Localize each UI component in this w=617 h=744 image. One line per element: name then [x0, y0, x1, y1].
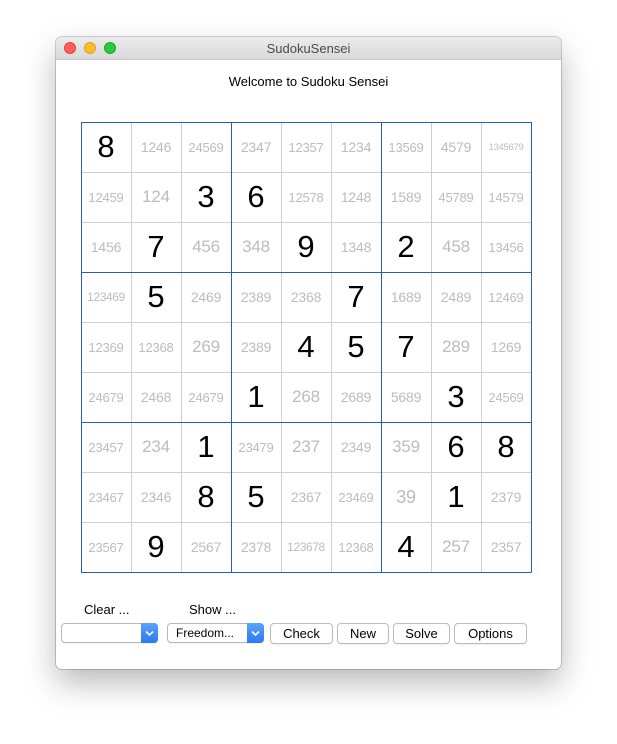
sudoku-cell-candidates[interactable]: 2689: [331, 372, 381, 422]
show-dropdown-value: Freedom...: [176, 626, 235, 640]
sudoku-cell-candidates[interactable]: 269: [181, 322, 231, 372]
show-dropdown[interactable]: Freedom...: [167, 623, 264, 643]
new-button[interactable]: New: [337, 623, 389, 644]
sudoku-cell-candidates[interactable]: 23567: [81, 522, 131, 572]
clear-label: Clear ...: [84, 602, 130, 617]
sudoku-cell-candidates[interactable]: 124: [131, 172, 181, 222]
sudoku-cell-given[interactable]: 9: [281, 222, 331, 272]
chevron-down-icon: [247, 623, 264, 643]
sudoku-cell-given[interactable]: 3: [181, 172, 231, 222]
sudoku-cell-candidates[interactable]: 1269: [481, 322, 531, 372]
check-button[interactable]: Check: [270, 623, 333, 644]
solve-button[interactable]: Solve: [393, 623, 450, 644]
sudoku-cell-given[interactable]: 4: [381, 522, 431, 572]
sudoku-cell-candidates[interactable]: 1234: [331, 122, 381, 172]
sudoku-cell-candidates[interactable]: 257: [431, 522, 481, 572]
welcome-message: Welcome to Sudoku Sensei: [228, 74, 389, 89]
sudoku-cell-candidates[interactable]: 2368: [281, 272, 331, 322]
sudoku-cell-candidates[interactable]: 2349: [331, 422, 381, 472]
app-window: SudokuSensei Welcome to Sudoku Sensei 81…: [56, 37, 561, 669]
sudoku-cell-candidates[interactable]: 289: [431, 322, 481, 372]
sudoku-cell-candidates[interactable]: 14579: [481, 172, 531, 222]
sudoku-cell-candidates[interactable]: 2468: [131, 372, 181, 422]
sudoku-cell-candidates[interactable]: 2489: [431, 272, 481, 322]
sudoku-cell-candidates[interactable]: 123469: [81, 272, 131, 322]
sudoku-cell-candidates[interactable]: 12369: [81, 322, 131, 372]
sudoku-cell-candidates[interactable]: 13569: [381, 122, 431, 172]
sudoku-cell-given[interactable]: 7: [381, 322, 431, 372]
sudoku-cell-given[interactable]: 3: [431, 372, 481, 422]
sudoku-cell-candidates[interactable]: 24679: [181, 372, 231, 422]
window-title: SudokuSensei: [266, 41, 351, 56]
sudoku-cell-given[interactable]: 9: [131, 522, 181, 572]
sudoku-cell-candidates[interactable]: 12368: [331, 522, 381, 572]
sudoku-cell-candidates[interactable]: 2389: [231, 272, 281, 322]
sudoku-cell-candidates[interactable]: 24679: [81, 372, 131, 422]
sudoku-cell-candidates[interactable]: 23469: [331, 472, 381, 522]
sudoku-cell-candidates[interactable]: 123678: [281, 522, 331, 572]
sudoku-cell-candidates[interactable]: 24569: [181, 122, 231, 172]
sudoku-cell-candidates[interactable]: 348: [231, 222, 281, 272]
clear-dropdown[interactable]: [61, 623, 158, 643]
sudoku-cell-candidates[interactable]: 24569: [481, 372, 531, 422]
sudoku-cell-candidates[interactable]: 237: [281, 422, 331, 472]
sudoku-cell-given[interactable]: 1: [431, 472, 481, 522]
sudoku-cell-given[interactable]: 8: [81, 122, 131, 172]
chevron-down-icon: [141, 623, 158, 643]
sudoku-cell-candidates[interactable]: 2469: [181, 272, 231, 322]
sudoku-cell-candidates[interactable]: 2378: [231, 522, 281, 572]
sudoku-cell-candidates[interactable]: 1246: [131, 122, 181, 172]
sudoku-cell-candidates[interactable]: 2379: [481, 472, 531, 522]
sudoku-cell-given[interactable]: 7: [131, 222, 181, 272]
sudoku-cell-candidates[interactable]: 1589: [381, 172, 431, 222]
sudoku-cell-candidates[interactable]: 12368: [131, 322, 181, 372]
sudoku-cell-candidates[interactable]: 5689: [381, 372, 431, 422]
sudoku-cell-given[interactable]: 2: [381, 222, 431, 272]
sudoku-cell-given[interactable]: 5: [131, 272, 181, 322]
sudoku-cell-candidates[interactable]: 268: [281, 372, 331, 422]
sudoku-cell-given[interactable]: 6: [431, 422, 481, 472]
sudoku-cell-given[interactable]: 6: [231, 172, 281, 222]
sudoku-cell-candidates[interactable]: 2346: [131, 472, 181, 522]
sudoku-cell-given[interactable]: 7: [331, 272, 381, 322]
sudoku-cell-candidates[interactable]: 458: [431, 222, 481, 272]
sudoku-cell-candidates[interactable]: 1456: [81, 222, 131, 272]
sudoku-cell-candidates[interactable]: 4579: [431, 122, 481, 172]
sudoku-cell-given[interactable]: 8: [481, 422, 531, 472]
sudoku-cell-given[interactable]: 5: [331, 322, 381, 372]
title-bar[interactable]: SudokuSensei: [56, 37, 561, 60]
sudoku-cell-candidates[interactable]: 1348: [331, 222, 381, 272]
sudoku-cell-given[interactable]: 5: [231, 472, 281, 522]
sudoku-cell-candidates[interactable]: 1689: [381, 272, 431, 322]
sudoku-cell-candidates[interactable]: 2567: [181, 522, 231, 572]
sudoku-cell-candidates[interactable]: 23467: [81, 472, 131, 522]
sudoku-cell-candidates[interactable]: 359: [381, 422, 431, 472]
sudoku-cell-candidates[interactable]: 2389: [231, 322, 281, 372]
sudoku-cell-candidates[interactable]: 234: [131, 422, 181, 472]
sudoku-cell-given[interactable]: 1: [181, 422, 231, 472]
sudoku-cell-candidates[interactable]: 1345679: [481, 122, 531, 172]
sudoku-cell-candidates[interactable]: 12469: [481, 272, 531, 322]
sudoku-cell-candidates[interactable]: 2347: [231, 122, 281, 172]
sudoku-cell-candidates[interactable]: 39: [381, 472, 431, 522]
show-label: Show ...: [189, 602, 236, 617]
options-button[interactable]: Options: [454, 623, 527, 644]
sudoku-cell-candidates[interactable]: 12578: [281, 172, 331, 222]
sudoku-cell-given[interactable]: 8: [181, 472, 231, 522]
sudoku-cell-given[interactable]: 4: [281, 322, 331, 372]
sudoku-cell-candidates[interactable]: 13456: [481, 222, 531, 272]
sudoku-cell-candidates[interactable]: 45789: [431, 172, 481, 222]
sudoku-cell-candidates[interactable]: 2357: [481, 522, 531, 572]
sudoku-cell-candidates[interactable]: 12357: [281, 122, 331, 172]
sudoku-cell-candidates[interactable]: 23479: [231, 422, 281, 472]
sudoku-cell-given[interactable]: 1: [231, 372, 281, 422]
sudoku-cell-candidates[interactable]: 1248: [331, 172, 381, 222]
sudoku-cell-candidates[interactable]: 23457: [81, 422, 131, 472]
sudoku-cell-candidates[interactable]: 456: [181, 222, 231, 272]
sudoku-board: 8 1246 24569 2347 12357 1234 13569 4579 1345679 1…: [81, 122, 532, 573]
sudoku-cell-candidates[interactable]: 2367: [281, 472, 331, 522]
sudoku-cell-candidates[interactable]: 12459: [81, 172, 131, 222]
